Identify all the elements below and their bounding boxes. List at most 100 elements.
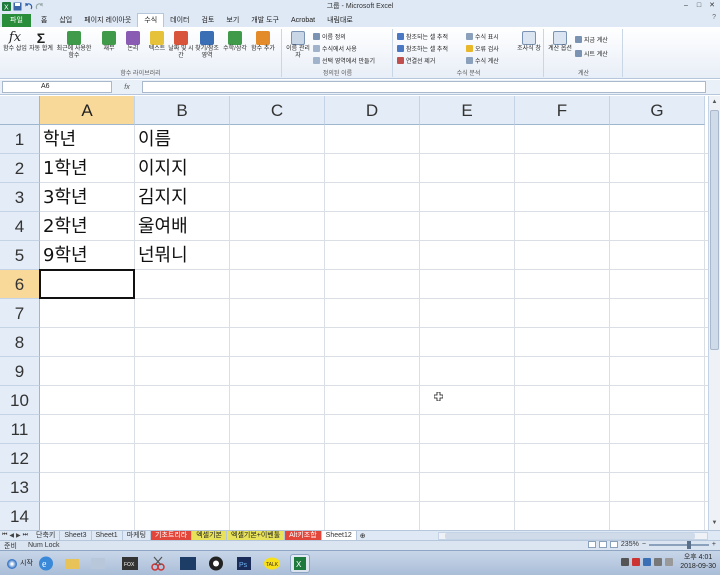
tray-icon[interactable] — [621, 558, 630, 566]
start-button[interactable]: 시작 — [2, 555, 38, 572]
clock[interactable]: 오후 4:01 2018-09-30 — [680, 553, 716, 571]
cell-a3[interactable]: 3학년 — [40, 183, 88, 212]
avs-app-icon[interactable] — [178, 554, 198, 573]
autosum-button[interactable]: Σ 자동 합계 — [28, 31, 54, 53]
tray-icon[interactable] — [632, 558, 641, 566]
tab-developer[interactable]: 개발 도구 — [245, 14, 285, 27]
cell-a1[interactable]: 학년 — [40, 125, 76, 154]
lookup-button[interactable]: 찾기/참조 영역 — [194, 31, 220, 60]
row-header-7[interactable]: 7 — [0, 299, 40, 328]
sheet-tab[interactable]: 엑셀기본+이벤툴 — [227, 531, 286, 540]
name-box[interactable]: A6 — [2, 81, 112, 93]
scroll-up-icon[interactable]: ▲ — [709, 97, 720, 108]
sheet-tab[interactable]: Sheet3 — [60, 531, 92, 540]
row-header-10[interactable]: 10 — [0, 386, 40, 415]
help-icon[interactable]: ? — [712, 14, 716, 21]
fox-app-icon[interactable]: FOX — [120, 554, 140, 573]
zoom-slider[interactable] — [648, 540, 709, 549]
worksheet-grid[interactable]: ABCDEFG 1 2 3 4 5 6 7 8 9 10 11 12 13 14 학년 이름 1학년 이지지 3학… — [0, 96, 708, 530]
trace-dependents-button[interactable]: 참조하는 셀 추적 — [397, 44, 448, 53]
zoom-in-icon[interactable]: + — [712, 541, 716, 548]
sheet-tab[interactable]: 엑셀기본 — [192, 531, 227, 540]
vertical-scroll-thumb[interactable] — [710, 110, 719, 350]
zoom-out-icon[interactable]: − — [642, 541, 646, 548]
redo-icon[interactable] — [35, 2, 44, 11]
calc-options-button[interactable]: 계산 옵션 — [547, 31, 573, 53]
horizontal-scroll-thumb[interactable] — [445, 533, 695, 539]
tab-view[interactable]: 보기 — [220, 14, 245, 27]
row-header-2[interactable]: 2 — [0, 154, 40, 183]
column-header-g[interactable]: G — [610, 96, 705, 125]
cell-a5[interactable]: 9학년 — [40, 241, 88, 270]
maximize-button[interactable]: □ — [693, 1, 705, 10]
zoom-level[interactable]: 235% — [621, 541, 639, 548]
minimize-button[interactable]: – — [680, 1, 692, 10]
row-header-3[interactable]: 3 — [0, 183, 40, 212]
excel-app-icon[interactable]: X — [290, 554, 310, 573]
datetime-button[interactable]: 날짜 및 시간 — [168, 31, 194, 60]
tab-file[interactable]: 파일 — [2, 14, 31, 27]
calc-sheet-button[interactable]: 시트 계산 — [575, 49, 608, 58]
vertical-scrollbar[interactable]: ▲ ▼ — [708, 96, 720, 530]
tab-acrobat[interactable]: Acrobat — [285, 14, 321, 27]
close-button[interactable]: ✕ — [706, 1, 718, 10]
evaluate-formula-button[interactable]: 수식 계산 — [466, 56, 499, 65]
tab-data[interactable]: 데이터 — [164, 14, 195, 27]
column-header-f[interactable]: F — [515, 96, 610, 125]
error-checking-button[interactable]: 오류 검사 — [466, 44, 499, 53]
row-header-11[interactable]: 11 — [0, 415, 40, 444]
row-header-14[interactable]: 14 — [0, 502, 40, 530]
cell-b4[interactable]: 울여배 — [135, 212, 188, 241]
tab-formulas[interactable]: 수식 — [137, 13, 165, 27]
fx-button[interactable]: fx — [112, 84, 142, 91]
row-header-1[interactable]: 1 — [0, 125, 40, 154]
sheet-tab[interactable]: Alt키조합 — [285, 531, 322, 540]
sheet-tab[interactable]: 단축키 — [32, 531, 61, 540]
cell-a4[interactable]: 2학년 — [40, 212, 88, 241]
page-layout-view-button[interactable] — [598, 541, 607, 548]
tab-insert[interactable]: 삽입 — [53, 14, 78, 27]
create-from-selection-button[interactable]: 선택 영역에서 만들기 — [313, 56, 375, 65]
sheet-tab[interactable]: 기초트리라 — [151, 531, 193, 540]
next-sheet-icon[interactable]: ▶ — [16, 532, 21, 539]
name-manager-button[interactable]: 이름 관리자 — [285, 31, 311, 60]
row-header-4[interactable]: 4 — [0, 212, 40, 241]
financial-button[interactable]: 재무 — [96, 31, 122, 53]
undo-icon[interactable] — [24, 2, 33, 11]
column-header-a[interactable]: A — [40, 96, 135, 125]
tab-page-layout[interactable]: 페이지 레이아웃 — [78, 14, 137, 27]
page-break-view-button[interactable] — [609, 541, 618, 548]
ie-app-icon[interactable]: e — [36, 554, 56, 573]
volume-icon[interactable] — [665, 558, 674, 566]
use-in-formula-button[interactable]: 수식에서 사용 — [313, 44, 357, 53]
tray-icon[interactable] — [643, 558, 652, 566]
column-header-e[interactable]: E — [420, 96, 515, 125]
last-sheet-icon[interactable]: ⏭ — [23, 532, 28, 539]
zoom-slider-knob[interactable] — [686, 540, 691, 549]
calc-now-button[interactable]: 지금 계산 — [575, 35, 608, 44]
define-name-button[interactable]: 이름 정의 — [313, 32, 346, 41]
remove-arrows-button[interactable]: 연결선 제거 — [397, 56, 435, 65]
prev-sheet-icon[interactable]: ◀ — [9, 532, 14, 539]
cell-b5[interactable]: 넌뭐니 — [135, 241, 188, 270]
tab-review[interactable]: 검토 — [195, 14, 220, 27]
column-header-b[interactable]: B — [135, 96, 230, 125]
column-header-c[interactable]: C — [230, 96, 325, 125]
show-formulas-button[interactable]: 수식 표시 — [466, 32, 499, 41]
column-header-d[interactable]: D — [325, 96, 420, 125]
math-button[interactable]: 수학/삼각 — [222, 31, 248, 53]
network-icon[interactable] — [654, 558, 663, 566]
obs-app-icon[interactable] — [206, 554, 226, 573]
trace-precedents-button[interactable]: 참조되는 셀 추적 — [397, 32, 448, 41]
kakaotalk-app-icon[interactable]: TALK — [262, 554, 282, 573]
insert-function-button[interactable]: 𝑓𝑥 함수 삽입 — [2, 31, 28, 53]
explorer-app-icon[interactable] — [62, 554, 82, 573]
cell-b3[interactable]: 김지지 — [135, 183, 188, 212]
media-app-icon[interactable] — [88, 554, 108, 573]
sheet-tab[interactable]: Sheet1 — [92, 531, 123, 540]
new-sheet-icon[interactable]: ⊕ — [357, 532, 369, 540]
row-header-6[interactable]: 6 — [0, 270, 40, 299]
tab-custom[interactable]: 내림대로 — [321, 14, 359, 27]
text-button[interactable]: 텍스트 — [144, 31, 170, 53]
scroll-down-icon[interactable]: ▼ — [709, 518, 720, 529]
